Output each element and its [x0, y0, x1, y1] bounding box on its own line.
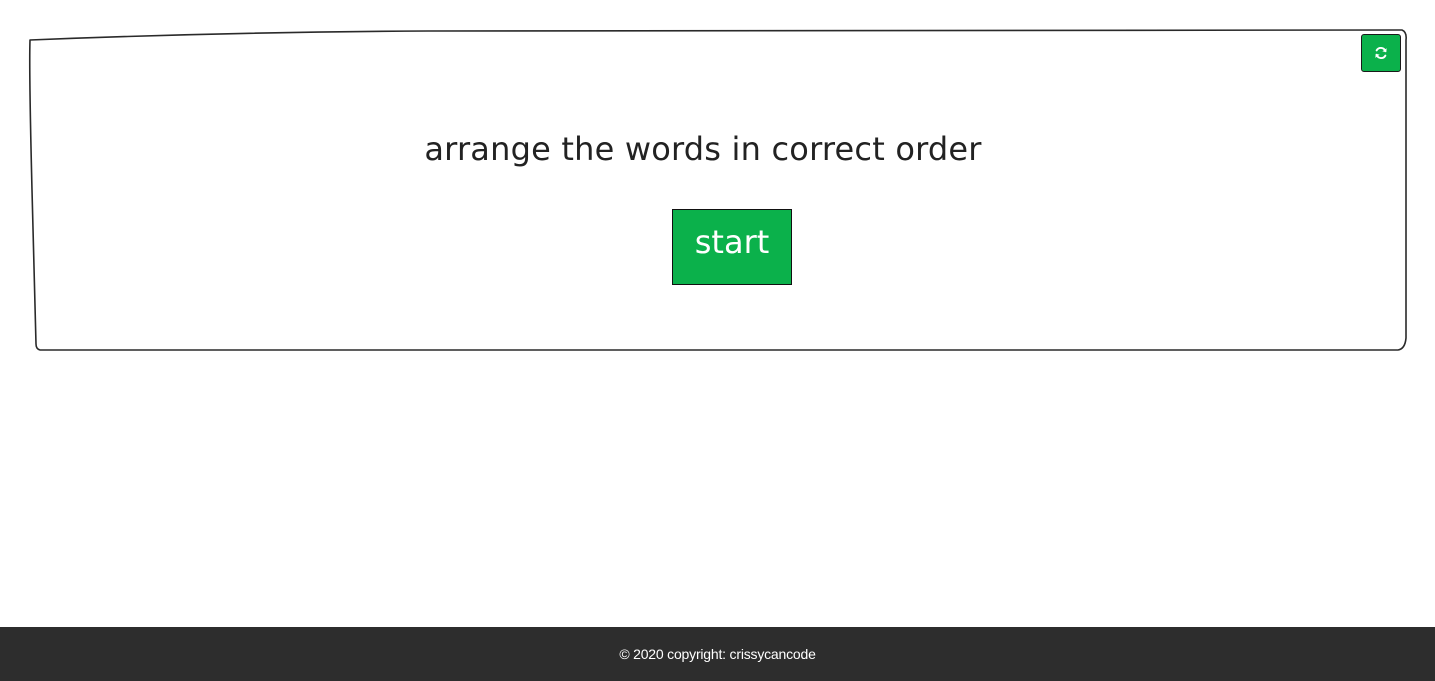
- footer: © 2020 copyright: crissycancode: [0, 627, 1435, 681]
- card-border: [28, 29, 1407, 351]
- reset-button[interactable]: [1361, 34, 1401, 72]
- instruction-heading: arrange the words in correct order: [424, 130, 982, 168]
- start-button[interactable]: start: [672, 209, 792, 285]
- copyright-text: © 2020 copyright: crissycancode: [619, 646, 816, 662]
- refresh-icon: [1375, 46, 1387, 60]
- game-card: arrange the words in correct order start: [28, 29, 1407, 351]
- page: arrange the words in correct order start…: [0, 0, 1435, 681]
